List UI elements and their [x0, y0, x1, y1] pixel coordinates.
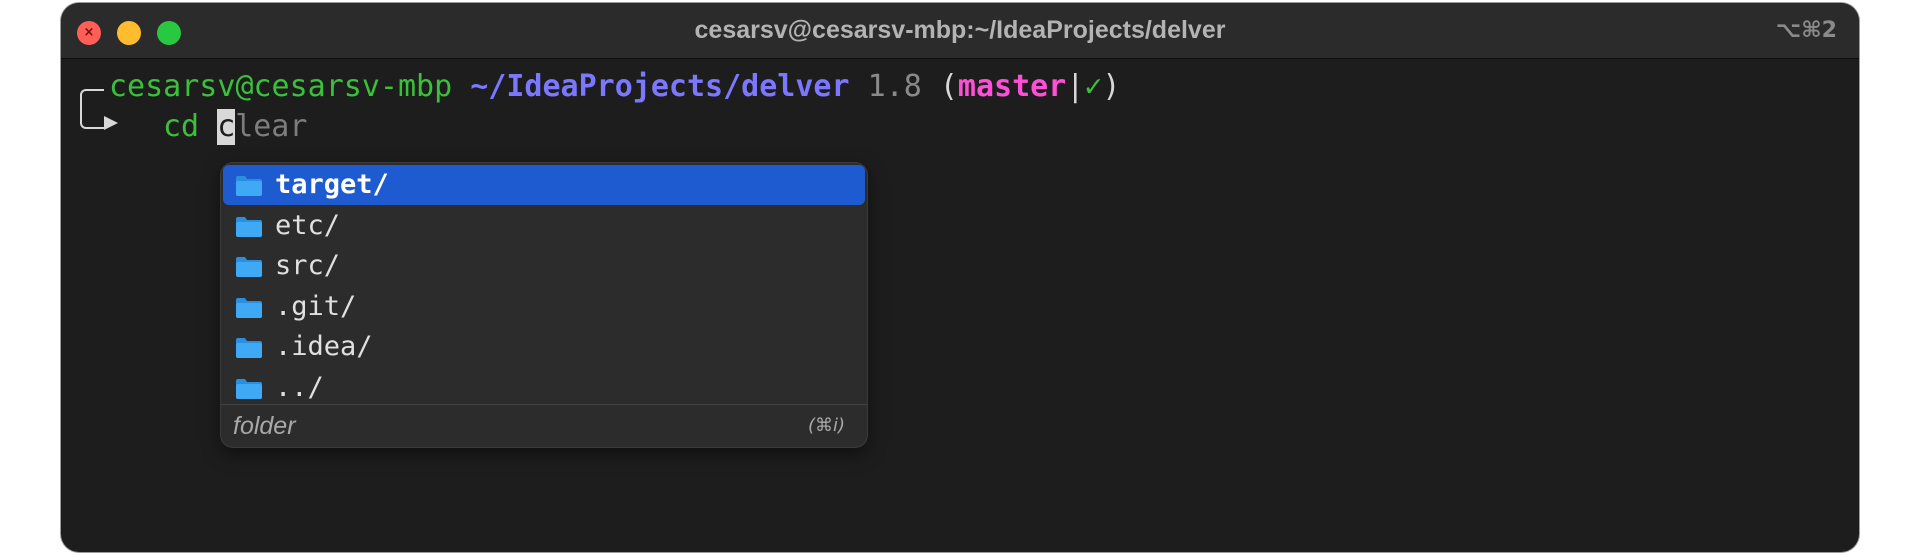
autocomplete-item[interactable]: .idea/ [223, 327, 865, 367]
git-clean-check-icon: ✓ [1084, 69, 1103, 104]
git-separator: | [1066, 69, 1085, 104]
prompt-at: @ [235, 69, 254, 104]
autocomplete-item-label: .idea/ [275, 331, 373, 362]
folder-icon [236, 297, 262, 318]
prompt-arrow-icon [104, 116, 118, 130]
prompt-open-paren: ( [939, 69, 958, 104]
autocomplete-item-label: .git/ [275, 290, 357, 322]
autocomplete-item[interactable]: ../ [223, 368, 865, 408]
folder-icon [236, 257, 262, 277]
command-text: cd [163, 109, 218, 144]
prompt-version: 1.8 [867, 69, 922, 104]
prompt-line: cesarsv@cesarsv-mbp ~/IdeaProjects/delve… [109, 67, 1120, 107]
folder-icon [236, 176, 262, 196]
prompt-host: cesarsv-mbp [253, 69, 453, 104]
prompt-path: ~/IdeaProjects/delver [470, 69, 850, 104]
prompt-close-paren: ) [1102, 69, 1121, 104]
details-shortcut-hint: (⌘i) [807, 415, 845, 436]
folder-icon [236, 338, 262, 358]
window-title: cesarsv@cesarsv-mbp:~/IdeaProjects/delve… [694, 16, 1226, 44]
text-cursor: c [217, 109, 236, 145]
autocomplete-item-label: etc/ [275, 209, 341, 241]
git-branch: master [957, 69, 1067, 104]
prompt-bracket [80, 89, 104, 129]
autocomplete-item-label: target/ [275, 169, 389, 200]
autocomplete-footer: folder (⌘i) [221, 404, 867, 447]
autocomplete-item-label: ../ [275, 371, 324, 403]
prompt-user: cesarsv [109, 69, 236, 104]
item-description: folder [233, 412, 296, 440]
terminal-content[interactable]: cesarsv@cesarsv-mbp ~/IdeaProjects/delve… [61, 59, 1859, 552]
autocomplete-item[interactable]: .git/ [223, 287, 865, 327]
inline-suggestion: lear [235, 109, 308, 144]
autocomplete-item[interactable]: etc/ [223, 206, 865, 246]
autocomplete-item-label: src/ [275, 250, 341, 281]
autocomplete-item[interactable]: target/ [223, 165, 865, 205]
folder-icon [236, 378, 262, 399]
terminal-window: × cesarsv@cesarsv-mbp:~/IdeaProjects/del… [61, 3, 1859, 552]
command-line[interactable]: cd clear [163, 107, 307, 147]
autocomplete-popup: target/etc/src/ .git/ .idea/ ../ folder (⌘i… [221, 163, 867, 447]
folder-icon [236, 216, 262, 237]
window-shortcut-label: ⌥⌘2 [1775, 18, 1837, 43]
title-bar[interactable]: × cesarsv@cesarsv-mbp:~/IdeaProjects/del… [61, 3, 1859, 59]
autocomplete-item[interactable]: src/ [223, 246, 865, 286]
